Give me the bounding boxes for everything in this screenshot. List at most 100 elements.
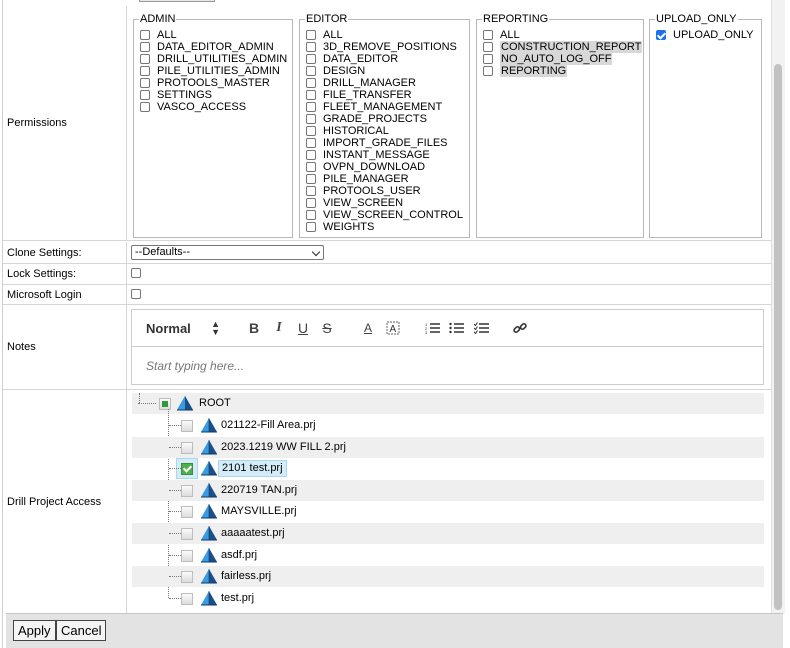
cancel-button[interactable]: Cancel xyxy=(56,620,107,641)
permission-checkbox[interactable] xyxy=(306,30,316,40)
permission-checkbox[interactable] xyxy=(140,90,150,100)
permission-checkbox[interactable] xyxy=(306,42,316,52)
permission-option[interactable]: WEIGHTS xyxy=(306,221,469,233)
italic-button[interactable]: I xyxy=(271,320,287,336)
checklist-icon[interactable] xyxy=(473,320,489,336)
tree-item[interactable]: test.prj xyxy=(132,588,764,609)
permission-option[interactable]: HISTORICAL xyxy=(306,125,469,137)
editor-legend: EDITOR xyxy=(306,13,348,25)
permission-checkbox[interactable] xyxy=(140,54,150,64)
tree-item[interactable]: asdf.prj xyxy=(132,545,764,566)
permission-checkbox[interactable] xyxy=(140,30,150,40)
permission-option[interactable]: 3D_REMOVE_POSITIONS xyxy=(306,41,469,53)
permission-option[interactable]: UPLOAD_ONLY xyxy=(656,29,761,41)
tree-item[interactable]: fairless.prj xyxy=(132,566,764,588)
format-select[interactable]: Normal ▲ ▼ xyxy=(146,320,226,337)
text-color-button[interactable]: A xyxy=(360,320,376,336)
permission-checkbox[interactable] xyxy=(140,78,150,88)
permission-checkbox[interactable] xyxy=(306,90,316,100)
permission-option[interactable]: DRILL_UTILITIES_ADMIN xyxy=(140,53,292,65)
root-checkbox[interactable] xyxy=(159,398,171,410)
clone-settings-value: --Defaults-- xyxy=(135,246,191,258)
bold-button[interactable]: B xyxy=(246,320,262,336)
permission-option[interactable]: SETTINGS xyxy=(140,89,292,101)
permission-checkbox[interactable] xyxy=(483,42,493,52)
permission-checkbox[interactable] xyxy=(306,78,316,88)
project-checkbox[interactable] xyxy=(181,571,193,584)
strike-button[interactable]: S xyxy=(319,320,335,336)
permission-option[interactable]: VASCO_ACCESS xyxy=(140,101,292,113)
permission-option[interactable]: PROTOOLS_MASTER xyxy=(140,77,292,89)
permission-checkbox[interactable] xyxy=(140,102,150,112)
notes-text-area[interactable]: Start typing here... xyxy=(132,347,763,385)
permission-option[interactable]: VIEW_SCREEN xyxy=(306,197,469,209)
permission-checkbox[interactable] xyxy=(483,54,493,64)
permission-checkbox[interactable] xyxy=(306,174,316,184)
ordered-list-icon[interactable]: 123 xyxy=(424,320,440,336)
scrollbar-thumb[interactable] xyxy=(774,64,782,610)
permission-option[interactable]: PILE_UTILITIES_ADMIN xyxy=(140,65,292,77)
background-color-icon[interactable]: A xyxy=(385,320,401,336)
permission-checkbox[interactable] xyxy=(306,222,316,232)
tree-item[interactable]: 2101 test.prj xyxy=(132,458,764,480)
permission-option[interactable]: FILE_TRANSFER xyxy=(306,89,469,101)
tree-item[interactable]: aaaaatest.prj xyxy=(132,523,764,544)
permission-checkbox[interactable] xyxy=(306,210,316,220)
microsoft-login-checkbox[interactable] xyxy=(131,289,141,299)
permission-option[interactable]: ALL xyxy=(140,29,292,41)
lock-settings-checkbox[interactable] xyxy=(131,268,141,278)
permission-option[interactable]: VIEW_SCREEN_CONTROL xyxy=(306,209,469,221)
permission-option[interactable]: REPORTING xyxy=(483,65,643,77)
permission-option[interactable]: ALL xyxy=(306,29,469,41)
permission-option[interactable]: NO_AUTO_LOG_OFF xyxy=(483,53,643,65)
permission-option[interactable]: PROTOOLS_USER xyxy=(306,185,469,197)
permission-checkbox[interactable] xyxy=(306,138,316,148)
permission-option[interactable]: IMPORT_GRADE_FILES xyxy=(306,137,469,149)
permission-checkbox[interactable] xyxy=(306,186,316,196)
permission-option[interactable]: FLEET_MANAGEMENT xyxy=(306,101,469,113)
project-checkbox[interactable] xyxy=(181,528,193,540)
permission-checkbox[interactable] xyxy=(656,30,666,40)
clone-settings-select[interactable]: --Defaults-- xyxy=(131,245,324,260)
permission-option[interactable]: DATA_EDITOR_ADMIN xyxy=(140,41,292,53)
tree-item[interactable]: 220719 TAN.prj xyxy=(132,479,764,501)
permission-option[interactable]: ALL xyxy=(483,29,643,41)
permission-checkbox[interactable] xyxy=(306,150,316,160)
permission-label: VIEW_SCREEN_CONTROL xyxy=(323,209,463,221)
project-checkbox[interactable] xyxy=(181,484,193,497)
bullet-list-icon[interactable] xyxy=(448,320,464,336)
permission-option[interactable]: OVPN_DOWNLOAD xyxy=(306,161,469,173)
project-checkbox[interactable] xyxy=(181,420,193,432)
permission-option[interactable]: DESIGN xyxy=(306,65,469,77)
underline-button[interactable]: U xyxy=(295,320,311,336)
tree-item[interactable]: 021122-Fill Area.prj xyxy=(132,415,764,436)
tree-item[interactable]: 2023.1219 WW FILL 2.prj xyxy=(132,436,764,458)
project-checkbox[interactable] xyxy=(181,549,193,562)
permission-checkbox[interactable] xyxy=(306,54,316,64)
top-button-edge[interactable] xyxy=(139,0,215,2)
project-checkbox[interactable] xyxy=(181,506,193,519)
permission-checkbox[interactable] xyxy=(483,30,493,40)
permission-checkbox[interactable] xyxy=(306,162,316,172)
permission-checkbox[interactable] xyxy=(306,66,316,76)
permission-option[interactable]: DRILL_MANAGER xyxy=(306,77,469,89)
permission-option[interactable]: INSTANT_MESSAGE xyxy=(306,149,469,161)
apply-button[interactable]: Apply xyxy=(13,620,56,641)
project-checkbox[interactable] xyxy=(181,592,193,605)
project-checkbox[interactable] xyxy=(181,463,193,476)
permission-option[interactable]: CONSTRUCTION_REPORT xyxy=(483,41,643,53)
tree-root-row[interactable]: ROOT xyxy=(132,393,764,414)
permission-checkbox[interactable] xyxy=(306,114,316,124)
permission-option[interactable]: DATA_EDITOR xyxy=(306,53,469,65)
permission-checkbox[interactable] xyxy=(140,66,150,76)
permission-checkbox[interactable] xyxy=(306,126,316,136)
permission-checkbox[interactable] xyxy=(306,102,316,112)
permission-option[interactable]: PILE_MANAGER xyxy=(306,173,469,185)
permission-option[interactable]: GRADE_PROJECTS xyxy=(306,113,469,125)
permission-checkbox[interactable] xyxy=(306,198,316,208)
permission-checkbox[interactable] xyxy=(140,42,150,52)
permission-checkbox[interactable] xyxy=(483,66,493,76)
project-checkbox[interactable] xyxy=(181,441,193,454)
tree-item[interactable]: MAYSVILLE.prj xyxy=(132,501,764,522)
link-icon[interactable] xyxy=(512,320,528,336)
